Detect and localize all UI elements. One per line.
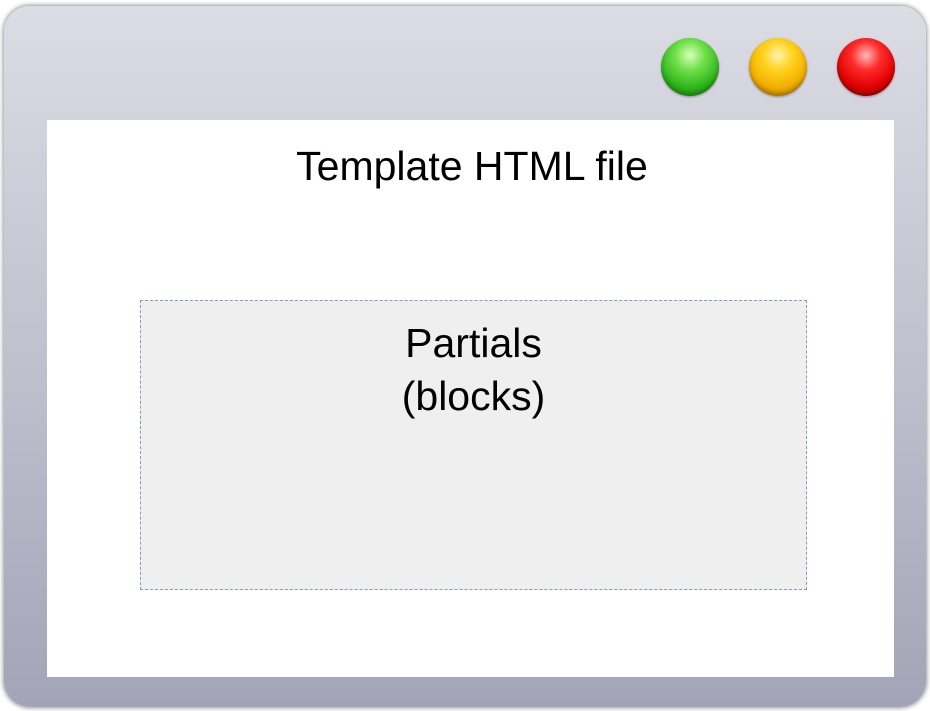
partials-block: Partials (blocks) — [140, 300, 807, 590]
partials-label-line1: Partials — [405, 320, 542, 366]
red-light-icon[interactable] — [837, 38, 895, 96]
partials-label-line2: (blocks) — [401, 373, 546, 419]
template-file-title: Template HTML file — [296, 143, 648, 189]
partials-label: Partials (blocks) — [141, 317, 806, 423]
yellow-light-icon[interactable] — [749, 38, 807, 96]
green-light-icon[interactable] — [661, 38, 719, 96]
